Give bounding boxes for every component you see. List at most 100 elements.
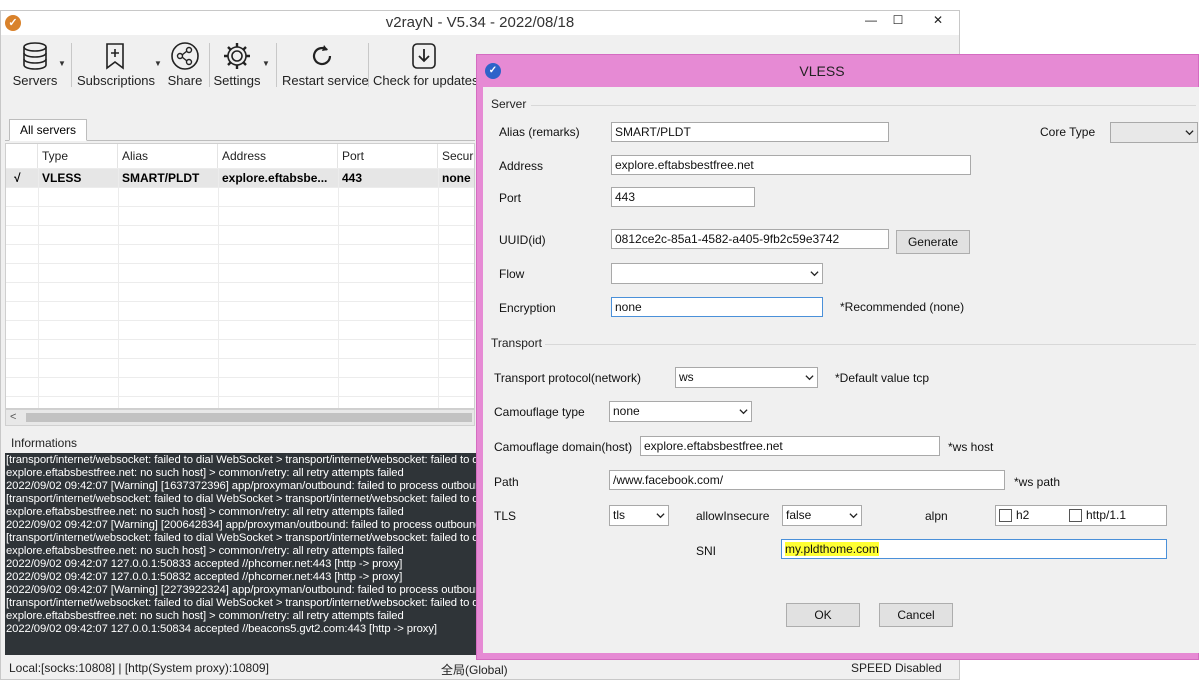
encryption-input[interactable]: none	[611, 297, 823, 317]
alpn-h2-label: h2	[1016, 508, 1030, 522]
grid-line	[6, 358, 474, 359]
log-line: 2022/09/02 09:42:07 [Warning] [163737239…	[6, 480, 477, 492]
tls-select[interactable]: tls	[609, 505, 669, 526]
servers-button[interactable]: Servers	[9, 37, 61, 93]
uuid-input[interactable]: 0812ce2c-85a1-4582-a405-9fb2c59e3742	[611, 229, 889, 249]
alias-label: Alias (remarks)	[499, 125, 580, 139]
share-button[interactable]: Share	[165, 37, 205, 93]
chevron-down-icon	[849, 513, 858, 519]
camouflage-type-select[interactable]: none	[609, 401, 752, 422]
grid-line	[6, 225, 474, 226]
chevron-down-icon	[656, 513, 665, 519]
uuid-label: UUID(id)	[499, 233, 546, 247]
log-line: explore.eftabsbestfree.net: no such host…	[6, 610, 404, 622]
column-header-type[interactable]: Type	[38, 144, 118, 168]
subscriptions-dropdown-icon[interactable]: ▼	[154, 59, 162, 68]
server-list-scrollbar[interactable]: <	[5, 409, 475, 426]
flow-select[interactable]	[611, 263, 823, 284]
toolbar-separator	[276, 43, 277, 87]
alias-input[interactable]: SMART/PLDT	[611, 122, 889, 142]
server-tabs: All servers	[5, 119, 475, 141]
subscriptions-button[interactable]: Subscriptions	[77, 37, 155, 93]
sni-value-highlight: my.pldthome.com	[785, 542, 879, 556]
column-header-address[interactable]: Address	[218, 144, 338, 168]
allow-insecure-select[interactable]: false	[782, 505, 862, 526]
settings-button[interactable]: Settings	[213, 37, 261, 93]
alpn-h2-checkbox[interactable]	[999, 509, 1012, 522]
log-line: [transport/internet/websocket: failed to…	[6, 454, 477, 466]
scroll-left-icon[interactable]: <	[10, 410, 16, 425]
column-header-port[interactable]: Port	[338, 144, 438, 168]
camouflage-type-label: Camouflage type	[494, 405, 585, 419]
log-line: explore.eftabsbestfree.net: no such host…	[6, 545, 404, 557]
log-line: explore.eftabsbestfree.net: no such host…	[6, 506, 404, 518]
sni-input[interactable]: my.pldthome.com	[781, 539, 1167, 559]
grid-line	[6, 396, 474, 397]
camouflage-type-value: none	[613, 404, 640, 418]
grid-line	[6, 339, 474, 340]
group-divider	[545, 344, 1196, 345]
main-titlebar: ✓ v2rayN - V5.34 - 2022/08/18 — ☐ ✕	[1, 11, 959, 35]
check-updates-button[interactable]: Check for updates	[373, 37, 479, 93]
network-select[interactable]: ws	[675, 367, 818, 388]
maximize-icon[interactable]: ☐	[883, 11, 913, 31]
restart-service-button[interactable]: Restart service	[282, 37, 369, 93]
log-line: [transport/internet/websocket: failed to…	[6, 532, 477, 544]
grid-line	[6, 187, 474, 188]
generate-button[interactable]: Generate	[896, 230, 970, 254]
grid-line	[438, 168, 439, 408]
refresh-icon	[312, 45, 332, 66]
tls-value: tls	[613, 508, 625, 522]
grid-line	[6, 206, 474, 207]
alpn-http11-checkbox[interactable]	[1069, 509, 1082, 522]
vless-dialog: ✓ VLESS Server Alias (remarks) SMART/PLD…	[476, 54, 1199, 660]
tls-label: TLS	[494, 509, 517, 523]
port-input[interactable]: 443	[611, 187, 755, 207]
minimize-icon[interactable]: —	[856, 11, 886, 31]
status-local-ports: Local:[socks:10808] | [http(System proxy…	[9, 661, 269, 675]
status-global-mode[interactable]: 全局(Global)	[441, 661, 508, 678]
grid-line	[6, 168, 474, 169]
settings-dropdown-icon[interactable]: ▼	[262, 59, 270, 68]
grid-line	[6, 377, 474, 378]
column-header-security[interactable]: Securit	[438, 144, 474, 168]
core-type-label: Core Type	[1040, 125, 1096, 139]
row-port: 443	[342, 171, 363, 185]
column-header-alias[interactable]: Alias	[118, 144, 218, 168]
transport-group-label: Transport	[491, 336, 542, 350]
grid-line	[118, 168, 119, 408]
ok-button[interactable]: OK	[786, 603, 860, 627]
database-icon	[23, 42, 47, 70]
close-icon[interactable]: ✕	[923, 11, 953, 31]
log-line: 2022/09/02 09:42:07 127.0.0.1:50832 acce…	[6, 571, 403, 583]
log-output[interactable]: [transport/internet/websocket: failed to…	[5, 453, 477, 655]
path-label: Path	[494, 475, 519, 489]
camouflage-domain-hint: *ws host	[948, 440, 994, 454]
gear-icon	[224, 43, 250, 69]
cancel-button[interactable]: Cancel	[879, 603, 953, 627]
toolbar-separator	[209, 43, 210, 87]
address-input[interactable]: explore.eftabsbestfree.net	[611, 155, 971, 175]
vless-dialog-body: Server Alias (remarks) SMART/PLDT Core T…	[483, 87, 1199, 653]
path-hint: *ws path	[1014, 475, 1061, 489]
address-label: Address	[499, 159, 544, 173]
log-line: 2022/09/02 09:42:07 [Warning] [200642834…	[6, 519, 477, 531]
tab-all-servers[interactable]: All servers	[9, 119, 87, 141]
group-divider	[531, 105, 1196, 106]
row-alias: SMART/PLDT	[122, 171, 200, 185]
log-line: explore.eftabsbestfree.net: no such host…	[6, 467, 404, 479]
column-header-check[interactable]	[6, 144, 38, 168]
grid-line	[6, 263, 474, 264]
camouflage-domain-input[interactable]: explore.eftabsbestfree.net	[640, 436, 940, 456]
network-value: ws	[679, 370, 694, 384]
chevron-down-icon	[805, 375, 814, 381]
log-line: [transport/internet/websocket: failed to…	[6, 597, 477, 609]
network-label: Transport protocol(network)	[494, 371, 641, 385]
core-type-select[interactable]	[1110, 122, 1198, 143]
path-input[interactable]: /www.facebook.com/	[609, 470, 1005, 490]
servers-dropdown-icon[interactable]: ▼	[58, 59, 66, 68]
grid-line	[6, 301, 474, 302]
row-check-mark: √	[14, 171, 21, 185]
download-icon	[412, 43, 436, 69]
scrollbar-thumb[interactable]	[26, 413, 472, 422]
